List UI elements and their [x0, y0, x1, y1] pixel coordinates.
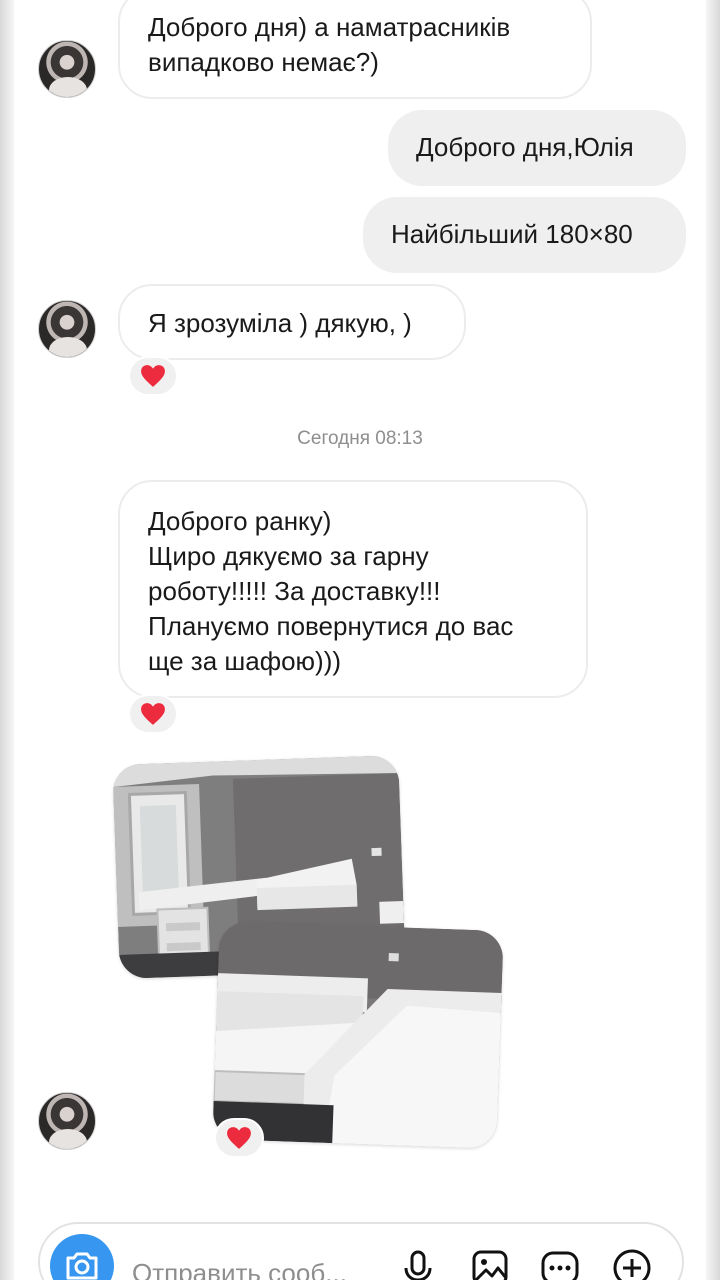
add-button[interactable]: [612, 1248, 652, 1280]
sender-avatar[interactable]: [38, 300, 96, 358]
message-line: Доброго ранку): [148, 506, 332, 536]
message-text: Найбільший 180×80: [391, 219, 633, 249]
message-line: роботу!!!!! За доставку!!!: [148, 576, 441, 606]
message-line: ще за шафою))): [148, 646, 342, 676]
heart-reaction[interactable]: [128, 356, 178, 396]
camera-button[interactable]: [50, 1234, 114, 1280]
camera-icon: [66, 1252, 98, 1280]
gallery-button[interactable]: [470, 1248, 510, 1280]
outgoing-message-1[interactable]: Доброго дня,Юлія: [388, 110, 686, 186]
message-line: Плануємо повернутися до вас: [148, 611, 514, 641]
outgoing-message-2[interactable]: Найбільший 180×80: [363, 197, 686, 273]
sticker-button[interactable]: [540, 1248, 580, 1280]
message-line: Доброго дня) а наматрасників: [148, 12, 511, 42]
sticker-icon: [541, 1251, 579, 1280]
incoming-message-2[interactable]: Я зрозуміла ) дякую, ): [118, 284, 466, 360]
message-text: Я зрозуміла ) дякую, ): [148, 308, 412, 338]
message-text: Доброго дня,Юлія: [416, 132, 634, 162]
heart-icon: [141, 365, 165, 387]
message-line: Щиро дякуємо за гарну: [148, 541, 429, 571]
message-input[interactable]: Отправить сооб...: [132, 1258, 382, 1280]
beds-photo-image: [212, 921, 504, 1149]
microphone-icon: [404, 1250, 432, 1280]
heart-reaction[interactable]: [128, 694, 178, 734]
heart-icon: [227, 1127, 251, 1149]
incoming-message-3[interactable]: Доброго ранку) Щиро дякуємо за гарну роб…: [118, 480, 588, 698]
message-composer: Отправить сооб...: [38, 1222, 684, 1280]
date-separator: Сегодня 08:13: [297, 428, 423, 449]
gallery-icon: [472, 1250, 508, 1280]
shared-photo-beds[interactable]: [212, 921, 504, 1149]
sender-avatar[interactable]: [38, 40, 96, 98]
plus-icon: [613, 1249, 651, 1280]
microphone-button[interactable]: [398, 1248, 438, 1280]
heart-reaction[interactable]: [214, 1118, 264, 1158]
message-line: випадково немає?): [148, 47, 379, 77]
heart-icon: [141, 703, 165, 725]
sender-avatar[interactable]: [38, 1092, 96, 1150]
incoming-message-1[interactable]: Доброго дня) а наматрасників випадково н…: [118, 0, 592, 99]
